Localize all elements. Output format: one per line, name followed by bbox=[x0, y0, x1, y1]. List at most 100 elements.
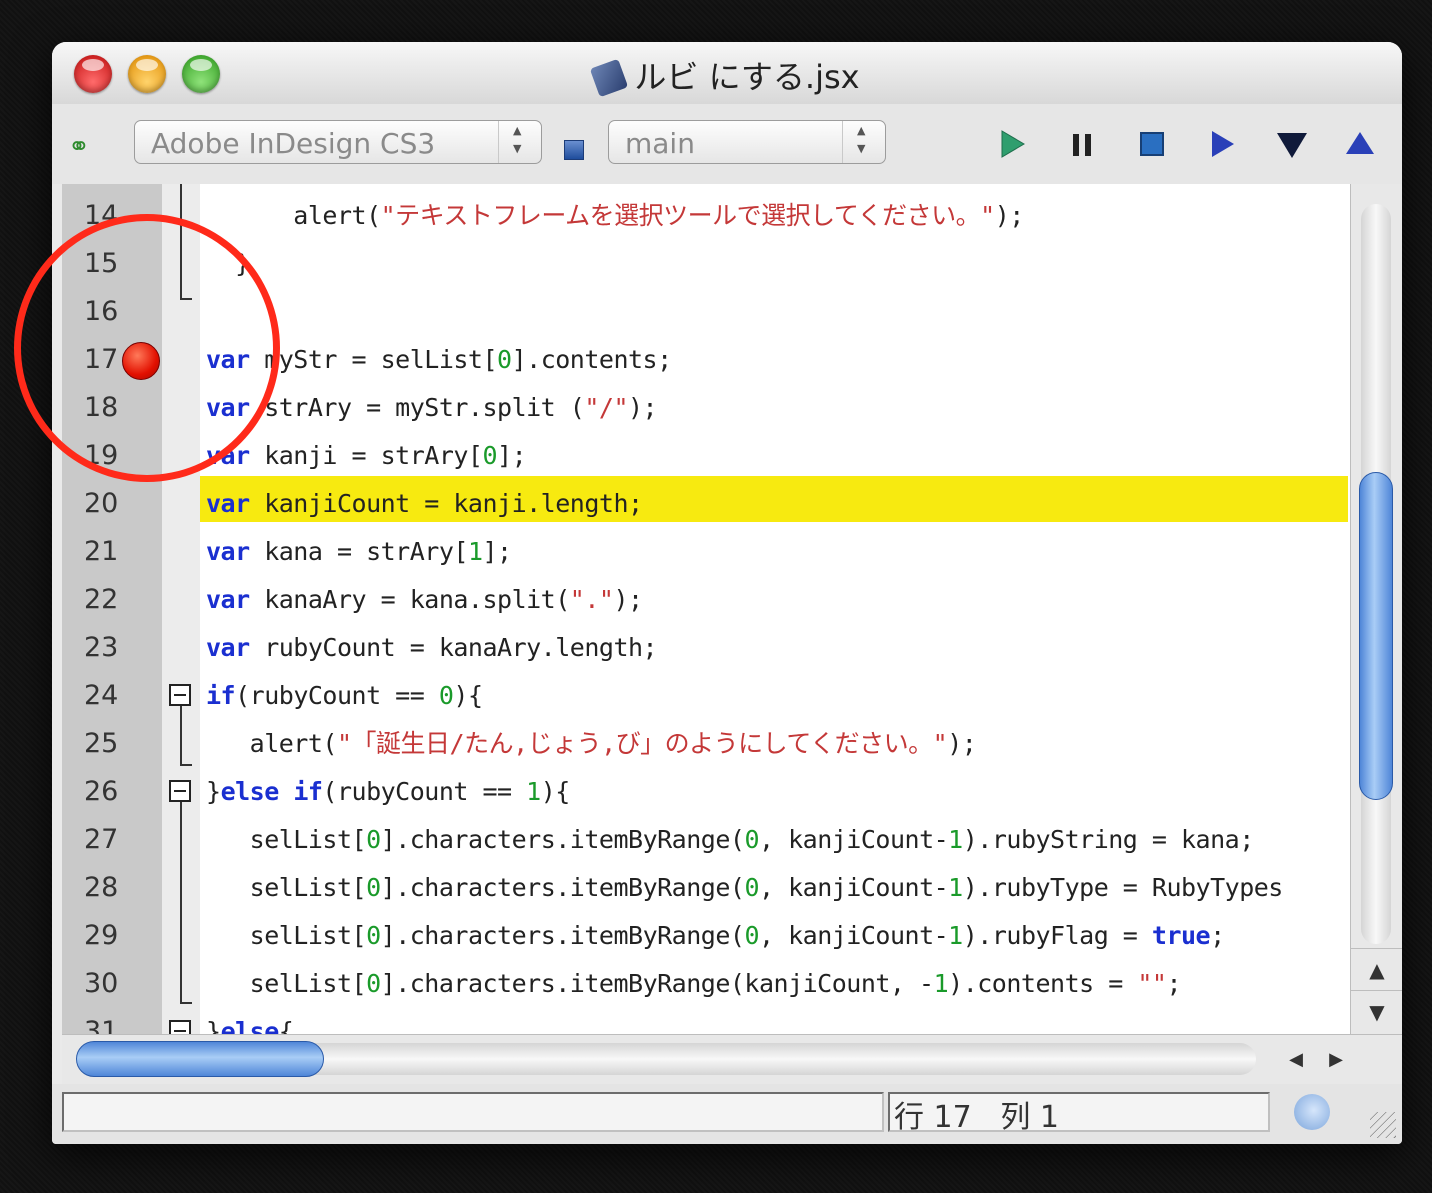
fold-guide-end bbox=[180, 1002, 192, 1004]
pause-icon[interactable] bbox=[1062, 124, 1102, 164]
string-token: "テキストフレームを選択ツールで選択してください。" bbox=[380, 201, 996, 230]
code-line[interactable]: var kana = strAry[1]; bbox=[206, 530, 512, 574]
code-line[interactable]: var kanjiCount = kanji.length; bbox=[206, 482, 643, 526]
number-token: 0 bbox=[482, 441, 498, 470]
code-line[interactable]: alert("テキストフレームを選択ツールで選択してください。"); bbox=[206, 194, 1024, 238]
code-token: kanjiCount = kanji.length; bbox=[249, 489, 643, 518]
code-token: ); bbox=[613, 585, 643, 614]
cursor-position: 行 17 列 1 bbox=[894, 1092, 1059, 1136]
code-line[interactable]: var strAry = myStr.split ("/"); bbox=[206, 386, 658, 430]
scroll-thumb[interactable] bbox=[1359, 472, 1393, 800]
scroll-down-icon[interactable]: ▼ bbox=[1351, 990, 1402, 1033]
code-token: , kanjiCount- bbox=[759, 873, 949, 902]
code-token: kanji = strAry[ bbox=[249, 441, 483, 470]
code-editor[interactable]: alert("テキストフレームを選択ツールで選択してください。"); } var … bbox=[200, 184, 1350, 1034]
resize-grip-icon[interactable] bbox=[1370, 1112, 1396, 1138]
code-token: } bbox=[206, 777, 221, 806]
code-token: ]; bbox=[497, 441, 527, 470]
code-line[interactable]: }else if(rubyCount == 1){ bbox=[206, 770, 570, 814]
code-token: ){ bbox=[540, 777, 571, 806]
code-line[interactable]: if(rubyCount == 0){ bbox=[206, 674, 483, 718]
code-token: strAry = myStr.split ( bbox=[249, 393, 585, 422]
number-token: 1 bbox=[933, 969, 949, 998]
code-line[interactable]: selList[0].characters.itemByRange(kanjiC… bbox=[206, 962, 1182, 1006]
line-number[interactable]: 29 bbox=[84, 920, 154, 951]
string-token: "/" bbox=[584, 393, 628, 422]
script-file-icon bbox=[590, 58, 629, 98]
code-line[interactable]: alert("「誕生日/たん,じょう,び」のようにしてください。"); bbox=[206, 722, 977, 766]
vertical-scrollbar[interactable]: ▲ ▼ bbox=[1350, 184, 1402, 1034]
line-number[interactable]: 30 bbox=[84, 968, 154, 999]
stop-icon[interactable] bbox=[1132, 124, 1172, 164]
line-number[interactable]: 21 bbox=[84, 536, 154, 567]
activity-indicator-icon bbox=[1294, 1094, 1330, 1130]
string-token: "「誕生日/たん,じょう,び」のようにしてください。" bbox=[336, 729, 948, 758]
code-token: (rubyCount == bbox=[235, 681, 439, 710]
code-token: rubyCount = kanaAry.length; bbox=[249, 633, 658, 662]
keyword-token: var bbox=[206, 489, 250, 518]
code-token: ].characters.itemByRange( bbox=[380, 921, 745, 950]
number-token: 0 bbox=[366, 921, 381, 950]
scroll-thumb[interactable] bbox=[76, 1041, 324, 1077]
code-line[interactable]: }else{ bbox=[206, 1010, 294, 1034]
fold-toggle-icon[interactable] bbox=[169, 780, 191, 802]
target-app-select[interactable]: Adobe InDesign CS3 bbox=[134, 120, 542, 164]
status-message-field bbox=[62, 1092, 884, 1132]
keyword-token: var bbox=[206, 633, 250, 662]
keyword-token: var bbox=[206, 537, 250, 566]
scroll-left-icon[interactable]: ◀ bbox=[1276, 1035, 1316, 1085]
line-number[interactable]: 23 bbox=[84, 632, 154, 663]
function-select[interactable]: main bbox=[608, 120, 886, 164]
code-token: selList[ bbox=[206, 921, 367, 950]
fold-toggle-icon[interactable] bbox=[169, 684, 191, 706]
number-token: 1 bbox=[948, 825, 963, 854]
title-bar[interactable]: ルビ にする.jsx bbox=[52, 42, 1402, 105]
script-editor-window: ルビ にする.jsx ⚭ Adobe InDesign CS3 main bbox=[52, 42, 1402, 1144]
code-token: ; bbox=[1210, 921, 1225, 950]
code-token: ].characters.itemByRange(kanjiCount, - bbox=[380, 969, 934, 998]
scroll-right-icon[interactable]: ▶ bbox=[1316, 1035, 1356, 1085]
col-label: 列 1 bbox=[1000, 1100, 1059, 1135]
code-token: , kanjiCount- bbox=[759, 921, 949, 950]
status-bar: 行 17 列 1 bbox=[52, 1084, 1402, 1144]
line-number[interactable]: 20 bbox=[84, 488, 154, 519]
line-number[interactable]: 22 bbox=[84, 584, 154, 615]
step-into-icon[interactable] bbox=[1272, 124, 1312, 164]
horizontal-scrollbar[interactable]: ◀ ▶ bbox=[62, 1034, 1402, 1085]
number-token: 1 bbox=[467, 537, 483, 566]
code-token: ; bbox=[1166, 969, 1181, 998]
code-line[interactable]: var kanji = strAry[0]; bbox=[206, 434, 527, 478]
window-title-text: ルビ にする.jsx bbox=[634, 58, 860, 96]
code-token: alert( bbox=[206, 729, 338, 758]
keyword-token: else bbox=[220, 1017, 280, 1034]
step-out-icon[interactable] bbox=[1340, 124, 1380, 164]
code-token: { bbox=[278, 1017, 294, 1034]
line-number[interactable]: 27 bbox=[84, 824, 154, 855]
code-token: selList[ bbox=[206, 969, 367, 998]
code-line[interactable]: var kanaAry = kana.split("."); bbox=[206, 578, 643, 622]
annotation-circle bbox=[14, 214, 280, 482]
code-token: ).contents = bbox=[948, 969, 1138, 998]
line-number[interactable]: 26 bbox=[84, 776, 154, 807]
run-icon[interactable] bbox=[992, 124, 1032, 164]
row-label: 行 17 bbox=[894, 1100, 972, 1135]
number-token: 1 bbox=[948, 921, 963, 950]
step-over-icon[interactable] bbox=[1202, 124, 1242, 164]
code-token: alert( bbox=[206, 201, 381, 230]
code-line[interactable]: selList[0].characters.itemByRange(0, kan… bbox=[206, 914, 1226, 958]
code-line[interactable]: selList[0].characters.itemByRange(0, kan… bbox=[206, 818, 1255, 862]
code-line[interactable]: selList[0].characters.itemByRange(0, kan… bbox=[206, 866, 1284, 910]
code-line[interactable]: var rubyCount = kanaAry.length; bbox=[206, 626, 658, 670]
number-token: 0 bbox=[366, 969, 381, 998]
string-token: "" bbox=[1137, 969, 1167, 998]
scroll-up-icon[interactable]: ▲ bbox=[1351, 948, 1402, 991]
link-icon[interactable]: ⚭ bbox=[68, 132, 90, 162]
line-number[interactable]: 25 bbox=[84, 728, 154, 759]
target-app-label: Adobe InDesign CS3 bbox=[151, 127, 436, 160]
code-token: ].characters.itemByRange( bbox=[380, 873, 745, 902]
code-token: (rubyCount == bbox=[322, 777, 527, 806]
fold-guide-end bbox=[180, 764, 192, 766]
line-number[interactable]: 24 bbox=[84, 680, 154, 711]
line-number[interactable]: 28 bbox=[84, 872, 154, 903]
number-token: 0 bbox=[438, 681, 454, 710]
